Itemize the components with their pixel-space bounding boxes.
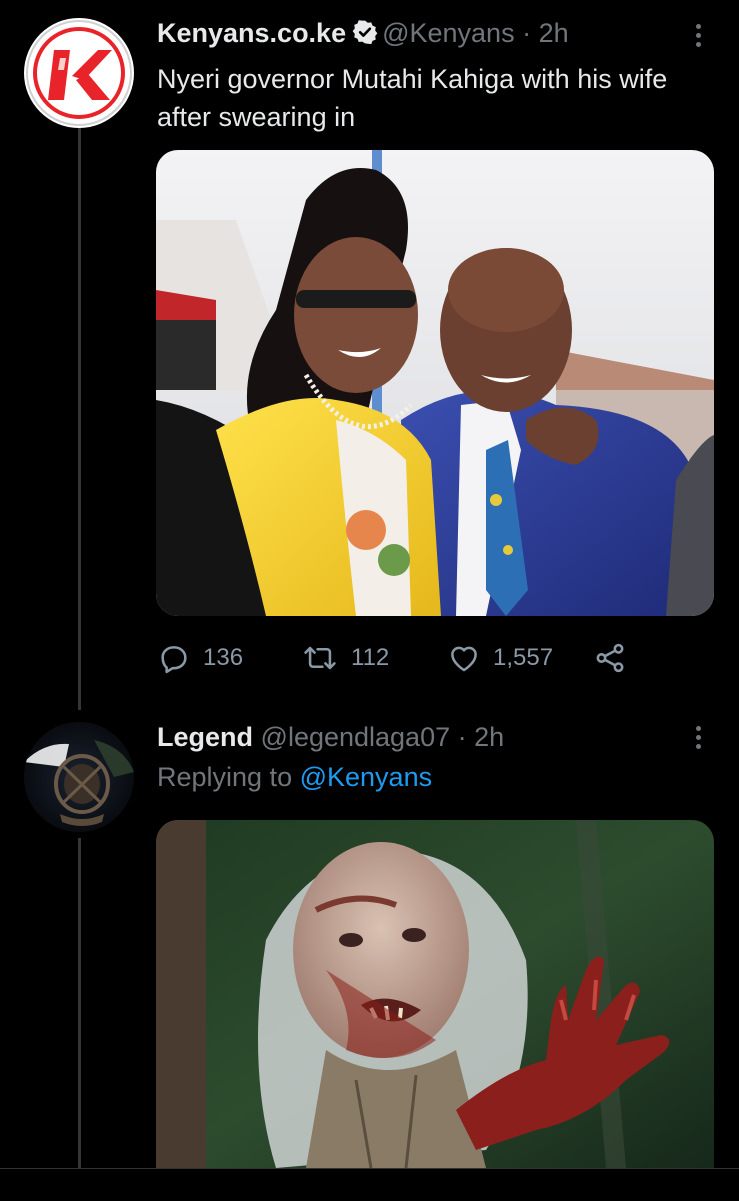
- verified-badge-icon: [352, 19, 378, 52]
- like-count: 1,557: [493, 644, 554, 671]
- avatar[interactable]: [24, 18, 134, 128]
- tweet-header: Legend @legendlaga07 · 2h: [157, 722, 504, 753]
- reply-button[interactable]: 136: [157, 638, 243, 678]
- bottom-bar: [0, 1168, 739, 1201]
- separator: ·: [522, 18, 532, 48]
- kenyans-k-logo-icon: [26, 20, 132, 126]
- timestamp[interactable]: 2h: [539, 18, 569, 48]
- timestamp[interactable]: 2h: [474, 722, 504, 752]
- tweet-photo[interactable]: [156, 820, 714, 1168]
- retweet-count: 112: [351, 644, 390, 671]
- replying-to-label: Replying to: [157, 762, 293, 792]
- photo-governor-and-wife: [156, 150, 714, 616]
- thread-line-2: [78, 838, 81, 1168]
- more-options-icon[interactable]: [688, 24, 708, 51]
- share-button[interactable]: [593, 638, 627, 678]
- retweet-button[interactable]: 112: [301, 638, 389, 678]
- handle[interactable]: @Kenyans: [382, 18, 514, 48]
- photo-creature: [156, 820, 714, 1168]
- retweet-icon: [304, 646, 336, 670]
- tweet-photo[interactable]: [156, 150, 714, 616]
- share-icon: [596, 643, 624, 673]
- heart-icon: [451, 646, 477, 672]
- reply-icon: [161, 646, 187, 674]
- replying-to: Replying to @Kenyans: [157, 762, 432, 793]
- thread-line-1: [78, 128, 81, 710]
- tweet-header: Kenyans.co.ke @Kenyans · 2h: [157, 18, 569, 52]
- like-button[interactable]: 1,557: [447, 638, 553, 678]
- more-options-icon[interactable]: [688, 726, 708, 753]
- handle[interactable]: @legendlaga07: [261, 722, 451, 752]
- avatar[interactable]: [24, 722, 134, 832]
- separator: ·: [457, 722, 467, 752]
- display-name[interactable]: Legend: [157, 722, 253, 752]
- reply-count: 136: [203, 644, 244, 671]
- display-name[interactable]: Kenyans.co.ke: [157, 18, 346, 48]
- tweet-text: Nyeri governor Mutahi Kahiga with his wi…: [157, 64, 668, 132]
- police-emblem-icon: [24, 722, 134, 832]
- replying-to-mention[interactable]: @Kenyans: [300, 762, 432, 792]
